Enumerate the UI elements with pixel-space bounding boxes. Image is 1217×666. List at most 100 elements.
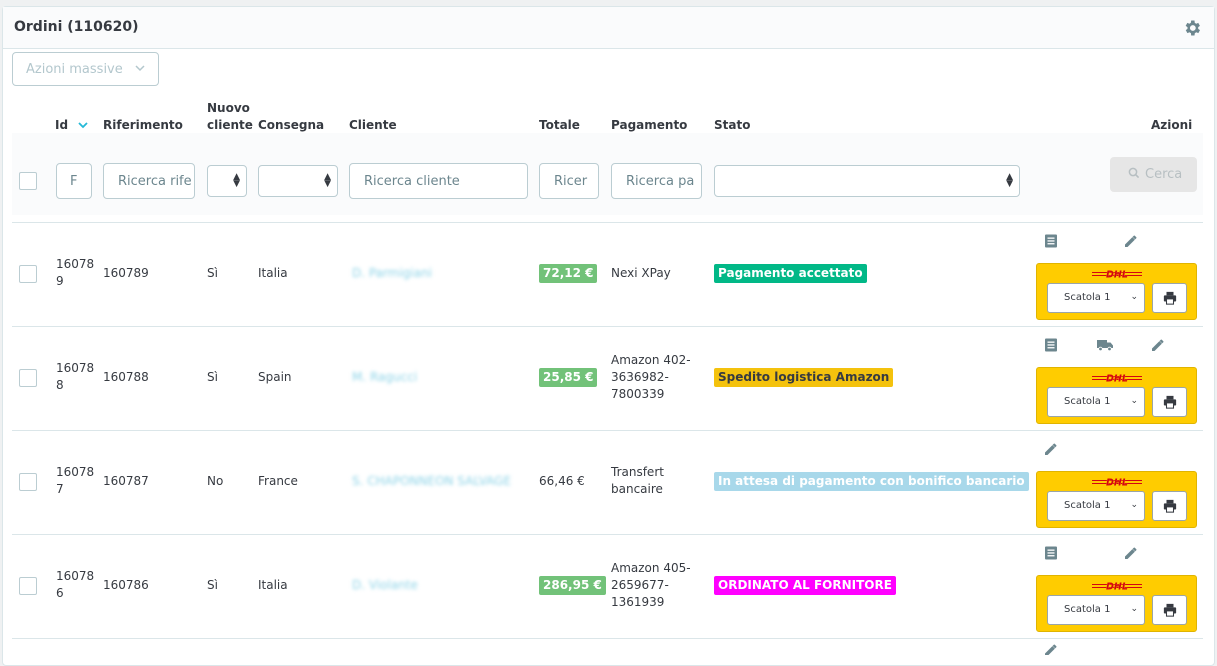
order-id-part2: 9: [56, 274, 64, 288]
dhl-logo-icon: DHL: [1092, 477, 1142, 487]
orders-panel: Ordini (110620): [2, 6, 1215, 666]
order-total-badge: 25,85 €: [539, 368, 598, 387]
dhl-shipping-widget: DHL Scatola 1 ⌄: [1036, 575, 1197, 632]
svg-text:DHL: DHL: [1106, 374, 1128, 384]
customer-link[interactable]: M. Ragucci: [352, 369, 417, 386]
chevron-down-icon: ⌄: [1130, 292, 1138, 302]
column-id[interactable]: Id: [55, 117, 88, 134]
dhl-logo-icon: DHL: [1092, 373, 1142, 383]
package-select-value: Scatola 1: [1064, 292, 1111, 303]
row-checkbox[interactable]: [19, 577, 37, 595]
order-total-badge: 72,12 €: [539, 264, 598, 283]
payment-line: Transfert: [611, 465, 664, 479]
customer-link[interactable]: D. Parmigiani: [352, 265, 432, 282]
truck-icon[interactable]: [1096, 337, 1113, 353]
row-divider: [12, 222, 1203, 223]
column-new-customer: Nuovo cliente: [207, 100, 253, 134]
dhl-logo-icon: DHL: [1092, 581, 1142, 591]
row-checkbox[interactable]: [19, 369, 37, 387]
dhl-shipping-widget: DHL Scatola 1 ⌄: [1036, 263, 1197, 320]
payment-line: bancaire: [611, 482, 663, 496]
order-id-part1: 16078: [56, 361, 95, 375]
payment-line: 3636982-: [611, 369, 669, 384]
invoice-icon[interactable]: [1043, 337, 1059, 353]
payment-method: Amazon 405- 2659677- 1361939: [611, 560, 691, 611]
column-total: Totale: [539, 118, 580, 132]
chevron-down-icon: ⌄: [1130, 396, 1138, 406]
svg-text:DHL: DHL: [1106, 478, 1128, 488]
print-label-button[interactable]: [1152, 491, 1187, 521]
order-status-badge: Spedito logistica Amazon: [714, 368, 894, 387]
edit-icon[interactable]: [1043, 441, 1059, 457]
svg-text:DHL: DHL: [1106, 270, 1128, 280]
package-select-value: Scatola 1: [1064, 604, 1111, 615]
delivery-country: Italia: [258, 266, 288, 280]
print-label-button[interactable]: [1152, 283, 1187, 313]
customer-link[interactable]: D. Violante: [352, 577, 418, 594]
payment-filter-input[interactable]: Ricerca pa: [611, 163, 702, 199]
package-select[interactable]: Scatola 1 ⌄: [1047, 595, 1145, 625]
payment-method: Transfert bancaire: [611, 464, 664, 498]
row-divider: [12, 326, 1203, 327]
order-id-part1: 16078: [56, 569, 95, 583]
dhl-shipping-widget: DHL Scatola 1 ⌄: [1036, 367, 1197, 424]
edit-icon[interactable]: [1150, 337, 1166, 353]
total-filter-input[interactable]: Ricer: [539, 163, 599, 199]
payment-line: 1361939: [611, 594, 665, 609]
edit-icon[interactable]: [1123, 545, 1139, 561]
payment-method: Amazon 402- 3636982- 7800339: [611, 352, 691, 403]
sort-down-icon[interactable]: [78, 121, 88, 129]
select-arrows-icon: ▲ ▼: [1006, 172, 1013, 189]
row-divider: [12, 430, 1203, 431]
payment-line: Nexi XPay: [611, 265, 671, 280]
package-select[interactable]: Scatola 1 ⌄: [1047, 387, 1145, 417]
customer-link[interactable]: S. CHAPONNEON SALVAGE: [352, 473, 511, 490]
column-customer: Cliente: [349, 118, 397, 132]
column-reference: Riferimento: [103, 118, 183, 132]
payment-line: Amazon 405-: [611, 560, 691, 575]
print-label-button[interactable]: [1152, 387, 1187, 417]
invoice-icon[interactable]: [1043, 233, 1059, 249]
print-label-button[interactable]: [1152, 595, 1187, 625]
order-reference: 160788: [103, 370, 149, 384]
printer-icon: [1163, 499, 1177, 513]
new-customer-value: No: [207, 474, 224, 488]
row-checkbox[interactable]: [19, 265, 37, 283]
order-id: 16078 7: [56, 464, 94, 498]
search-button[interactable]: Cerca: [1110, 157, 1197, 192]
delivery-country: Spain: [258, 370, 292, 384]
select-all-checkbox[interactable]: [19, 172, 37, 190]
new-customer-filter-select[interactable]: ▲ ▼: [207, 165, 247, 197]
order-id: 16078 9: [56, 256, 94, 290]
panel-header: Ordini (110620): [3, 7, 1214, 49]
select-arrows-icon: ▲ ▼: [233, 172, 240, 189]
bulk-actions-label: Azioni massive: [26, 62, 123, 77]
order-id-part1: 16078: [56, 465, 95, 479]
column-delivery: Consegna: [258, 118, 325, 132]
row-checkbox[interactable]: [19, 473, 37, 491]
status-filter-select[interactable]: ▲ ▼: [714, 165, 1020, 197]
order-total: 66,46 €: [539, 474, 585, 488]
search-icon: [1128, 167, 1140, 179]
package-select[interactable]: Scatola 1 ⌄: [1047, 283, 1145, 313]
id-filter-input[interactable]: F: [56, 163, 92, 199]
edit-icon[interactable]: [1043, 642, 1059, 655]
bulk-actions-dropdown[interactable]: Azioni massive: [12, 52, 159, 86]
invoice-icon[interactable]: [1043, 545, 1059, 561]
order-id-part2: 8: [56, 378, 64, 392]
column-payment: Pagamento: [611, 118, 688, 132]
package-select[interactable]: Scatola 1 ⌄: [1047, 491, 1145, 521]
payment-line: 2659677-: [611, 577, 669, 592]
order-status-badge: ORDINATO AL FORNITORE: [714, 576, 896, 595]
printer-icon: [1163, 395, 1177, 409]
edit-icon[interactable]: [1123, 233, 1139, 249]
dhl-shipping-widget: DHL Scatola 1 ⌄: [1036, 471, 1197, 528]
printer-icon: [1163, 291, 1177, 305]
new-customer-value: Sì: [207, 578, 218, 592]
order-id-part2: 6: [56, 586, 64, 600]
gear-icon[interactable]: [1182, 18, 1202, 38]
order-reference: 160787: [103, 474, 149, 488]
reference-filter-input[interactable]: Ricerca rife: [103, 163, 195, 199]
delivery-filter-select[interactable]: ▲ ▼: [258, 165, 338, 197]
customer-filter-input[interactable]: Ricerca cliente: [349, 163, 528, 199]
